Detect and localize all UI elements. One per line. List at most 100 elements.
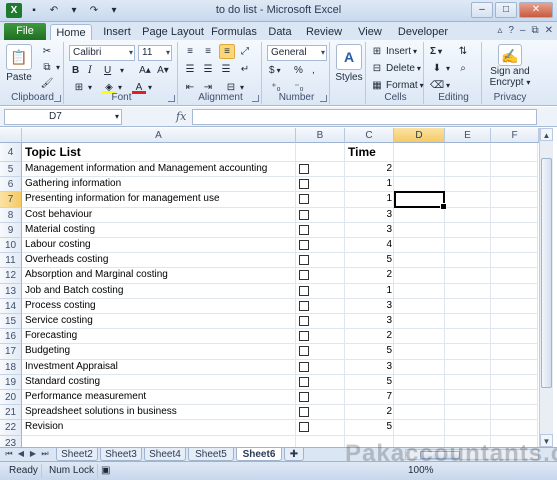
row-header[interactable]: 17 [0,344,22,360]
row-header[interactable]: 14 [0,298,22,314]
sheet-tab-sheet5[interactable]: Sheet5 [188,448,234,461]
number-launcher[interactable] [320,95,327,102]
help-icon[interactable]: ? [508,25,514,36]
delete-cells-button[interactable]: ⊟ Delete ▾ [370,61,421,76]
column-header-f[interactable]: F [491,128,539,143]
done-checkbox[interactable] [299,407,309,418]
zoom-level[interactable]: 100% [408,465,434,476]
done-checkbox[interactable] [299,194,309,205]
done-checkbox[interactable] [299,392,309,402]
done-checkbox[interactable] [299,270,309,281]
sort-filter-button[interactable]: ⇅ [456,44,470,59]
bold-button[interactable]: B [72,63,79,78]
sheet-tab-sheet6[interactable]: Sheet6 [236,448,282,461]
done-checkbox[interactable] [299,224,309,235]
close-button[interactable]: ✕ [519,2,553,18]
row-header[interactable]: 12 [0,268,22,284]
workbook-minimize-icon[interactable]: – [520,25,526,36]
last-sheet-icon[interactable]: ⏭ [40,449,50,459]
decrease-font-button[interactable]: A▾ [156,63,170,78]
vertical-split-handle[interactable] [539,110,553,118]
macro-record-icon[interactable]: ▣ [98,464,113,478]
done-checkbox[interactable] [299,376,309,387]
row-header[interactable]: 5 [0,162,22,178]
tab-page-layout[interactable]: Page Layout [142,24,204,40]
tab-view[interactable]: View [354,24,386,40]
percent-button[interactable]: % [294,63,303,78]
orientation-button[interactable]: ⤢ [238,44,252,59]
sign-encrypt-button[interactable]: ✍ Sign and Encrypt ▾ [484,44,536,88]
done-checkbox[interactable] [299,300,309,311]
row-header[interactable]: 7 [0,192,22,208]
cut-button[interactable]: ✂ [40,44,54,59]
sheet-tab-sheet3[interactable]: Sheet3 [100,448,142,461]
font-launcher[interactable] [168,95,175,102]
find-select-button[interactable]: ⌕ [456,61,470,76]
row-header[interactable]: 16 [0,329,22,345]
done-checkbox[interactable] [299,346,309,357]
done-checkbox[interactable] [299,285,309,296]
align-left-button[interactable]: ☰ [183,62,197,77]
fill-button[interactable]: ⬇ ▾ [430,61,450,76]
paste-button[interactable]: 📋 Paste [4,44,34,83]
wrap-text-button[interactable]: ↵ [238,62,252,77]
copy-button[interactable]: ⧉ ▾ [40,60,60,75]
number-format-combo[interactable]: General ▾ [267,45,327,61]
row-header[interactable]: 15 [0,314,22,330]
prev-sheet-icon[interactable]: ◀ [16,449,26,459]
insert-cells-button[interactable]: ⊞ Insert ▾ [370,44,417,59]
tab-review[interactable]: Review [304,24,344,40]
done-checkbox[interactable] [299,255,309,266]
align-middle-button[interactable]: ≡ [201,44,215,59]
workbook-close-icon[interactable]: ✕ [545,25,553,36]
done-checkbox[interactable] [299,164,309,174]
insert-sheet-icon[interactable]: ✚ [284,448,304,461]
horizontal-scroll-thumb[interactable] [420,451,460,459]
underline-button[interactable]: U [104,63,111,78]
active-cell[interactable] [394,191,447,210]
worksheet-grid[interactable]: Topic List Time Management information and… [22,143,538,447]
font-size-combo[interactable]: 11 ▾ [138,45,172,61]
sheet-tab-sheet4[interactable]: Sheet4 [144,448,186,461]
tab-data[interactable]: Data [264,24,296,40]
sheet-tab-sheet2[interactable]: Sheet2 [56,448,98,461]
done-checkbox[interactable] [299,179,309,190]
name-box[interactable]: D7 ▾ [4,109,122,125]
row-header[interactable]: 22 [0,420,22,436]
styles-button[interactable]: A Styles [334,44,364,83]
format-cells-button[interactable]: ▦ Format ▾ [370,78,423,93]
column-header-d[interactable]: D [394,128,445,143]
row-header[interactable]: 13 [0,283,22,299]
align-right-button[interactable]: ☰ [219,62,233,77]
formula-input[interactable] [192,109,537,125]
vertical-scrollbar[interactable]: ▲ ▼ [539,128,553,447]
done-checkbox[interactable] [299,316,309,326]
done-checkbox[interactable] [299,331,309,342]
increase-font-button[interactable]: A▴ [138,63,152,78]
tab-insert[interactable]: Insert [98,24,136,40]
align-bottom-button[interactable]: ≡ [219,44,235,59]
font-name-combo[interactable]: Calibri ▾ [69,45,135,61]
workbook-restore-icon[interactable]: ⧉ [531,25,538,36]
alignment-launcher[interactable] [252,95,259,102]
done-checkbox[interactable] [299,422,309,433]
tab-home[interactable]: Home [50,24,92,40]
row-header[interactable]: 8 [0,207,22,223]
row-header[interactable]: 10 [0,238,22,254]
next-sheet-icon[interactable]: ▶ [28,449,38,459]
row-header[interactable]: 9 [0,222,22,238]
first-sheet-icon[interactable]: ⏮ [4,449,14,459]
maximize-button[interactable]: □ [495,2,517,18]
row-header[interactable]: 4 [0,143,22,162]
align-center-button[interactable]: ☰ [201,62,215,77]
insert-function-icon[interactable]: fx [176,110,186,123]
done-checkbox[interactable] [299,240,309,250]
tab-developer[interactable]: Developer [394,24,452,40]
comma-button[interactable]: , [312,63,315,78]
tab-file[interactable]: File [4,23,46,40]
underline-dropdown[interactable]: ▾ [120,63,124,78]
autosum-button[interactable]: Σ ▾ [430,44,442,59]
column-header-a[interactable]: A [22,128,296,143]
row-header[interactable]: 11 [0,253,22,269]
row-header[interactable]: 18 [0,359,22,375]
